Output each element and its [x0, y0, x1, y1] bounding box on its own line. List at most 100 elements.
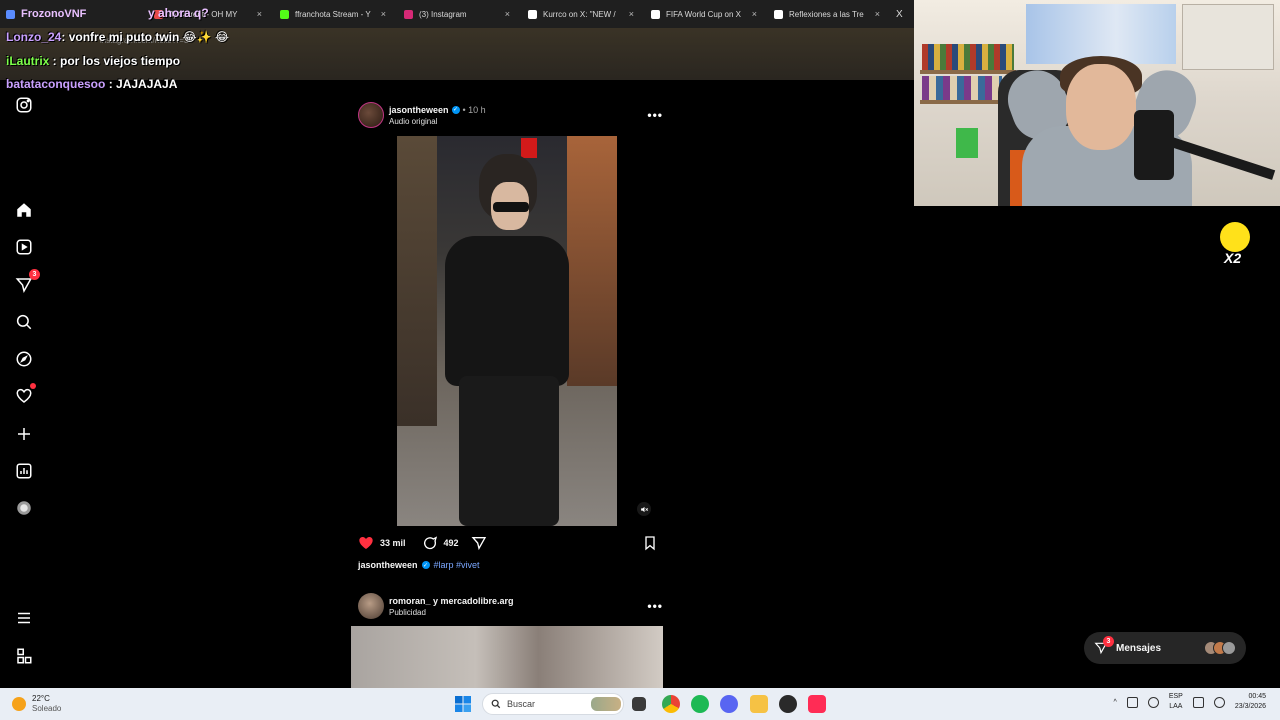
chevron-up-icon[interactable]: ^ [1114, 699, 1117, 706]
search-icon[interactable] [14, 312, 34, 332]
chat-username: Lonzo_24 [6, 30, 62, 44]
post-video[interactable] [351, 136, 663, 526]
weather-condition: Soleado [32, 704, 62, 713]
messages-label: Mensajes [1116, 642, 1162, 654]
chrome-icon[interactable] [662, 695, 680, 713]
create-icon[interactable] [14, 424, 34, 444]
more-options-icon[interactable]: ••• [647, 108, 663, 122]
post-time: • 10 h [462, 104, 486, 115]
microphone-icon[interactable] [1147, 696, 1159, 708]
explore-icon[interactable] [14, 349, 34, 369]
tab-label: FrozonoVNF [21, 8, 87, 20]
post-username[interactable]: jasontheween [389, 105, 449, 115]
emoji-multiplier-overlay: X2 [1218, 222, 1258, 270]
tab-ffranchota[interactable]: ffranchota Stream - Y × [274, 4, 392, 24]
messages-badge: 3 [1103, 636, 1114, 647]
tab-reflexiones[interactable]: Reflexiones a las Tre × [768, 4, 886, 24]
chat-separator: : [61, 30, 69, 44]
tab-instagram[interactable]: (3) Instagram × [398, 4, 516, 24]
temperature: 22°C [32, 694, 50, 703]
tab-frozono[interactable]: FrozonoVNF [0, 4, 148, 24]
x-logo-icon [528, 9, 537, 19]
avatar[interactable] [358, 102, 384, 128]
chat-message: batataconquesoo : JAJAJAJA [6, 77, 177, 91]
tiktok-logo-icon [774, 9, 783, 19]
avatar[interactable] [358, 593, 384, 619]
bookmark-icon[interactable] [642, 535, 658, 551]
chat-text: JAJAJAJA [116, 77, 178, 91]
tab-favicon-icon [6, 9, 15, 19]
clock[interactable]: 00:45 23/3/2026 [1235, 692, 1266, 712]
heart-icon[interactable] [14, 383, 36, 406]
chat-separator: : [105, 77, 117, 91]
tab-x[interactable]: X [890, 4, 914, 24]
mute-icon[interactable] [637, 502, 651, 516]
share-icon[interactable] [471, 535, 487, 551]
like-heart-icon[interactable] [358, 535, 374, 551]
multiplier-text: X2 [1224, 250, 1242, 266]
tab-close-icon[interactable]: × [381, 9, 386, 19]
lang-layout: LAA [1169, 703, 1183, 710]
tab-close-icon[interactable]: × [505, 9, 510, 19]
display-icon[interactable] [1192, 696, 1204, 708]
lang-code: ESP [1168, 693, 1183, 700]
messages-button[interactable]: 3 Mensajes [1084, 632, 1246, 664]
taskbar-search[interactable]: Buscar [482, 693, 624, 715]
tab-label: Kurrco on X: "NEW / [543, 9, 616, 19]
chat-message: iLautrix : por los viejos tiempo [6, 54, 180, 68]
windows-start-icon[interactable] [454, 695, 472, 713]
dashboard-icon[interactable] [14, 461, 34, 481]
tab-label: FIFA World Cup on X [666, 9, 741, 19]
post-header: jasontheween ✓ • 10 h Audio original ••• [358, 100, 663, 130]
task-view-icon[interactable] [632, 697, 646, 711]
post-username[interactable]: romoran_ y mercadolibre.arg [389, 596, 514, 606]
chat-username: iLautrix [6, 54, 50, 68]
chat-separator: : [49, 54, 61, 68]
chat-username: batataconquesoo [6, 77, 106, 91]
instagram-logo-icon[interactable] [14, 95, 34, 115]
tab-close-icon[interactable]: × [875, 9, 880, 19]
system-tray: ^ ESP LAA 00:45 23/3/2026 [1114, 692, 1266, 712]
tab-label: ffranchota Stream - Y [295, 9, 371, 19]
tab-close-icon[interactable]: × [752, 9, 757, 19]
caption-username[interactable]: jasontheween [358, 560, 418, 570]
tab-fifa[interactable]: FIFA World Cup on X × [645, 4, 763, 24]
like-count[interactable]: 33 mil [380, 538, 406, 548]
caption-hashtags[interactable]: #larp #vivet [434, 560, 480, 570]
laughing-emoji-icon [1220, 222, 1250, 252]
menu-icon[interactable] [14, 608, 34, 628]
tab-kurrco[interactable]: Kurrco on X: "NEW / × [522, 4, 640, 24]
spotify-icon[interactable] [691, 695, 709, 713]
network-icon[interactable] [1126, 696, 1138, 708]
profile-icon[interactable] [14, 498, 34, 518]
comment-icon[interactable] [422, 535, 438, 551]
chat-text: vonfre mi puto twin 😂✨ 😂 [68, 30, 229, 44]
chat-title-text: y ahora q? [148, 6, 209, 20]
verified-badge-icon: ✓ [451, 105, 460, 114]
volume-icon[interactable] [1213, 696, 1225, 708]
discord-icon[interactable] [720, 695, 738, 713]
post-caption: jasontheween ✓ #larp #vivet [358, 560, 480, 570]
post-audio-label[interactable]: Audio original [389, 117, 486, 126]
language-indicator[interactable]: ESP LAA [1169, 692, 1183, 712]
tiktok-icon[interactable] [808, 695, 826, 713]
file-explorer-icon[interactable] [750, 695, 768, 713]
notification-badge: 3 [29, 269, 40, 280]
activity-dot [30, 383, 36, 389]
tab-close-icon[interactable]: × [257, 9, 262, 19]
search-placeholder: Buscar [507, 699, 536, 709]
more-options-icon[interactable]: ••• [647, 599, 663, 613]
post-media[interactable] [351, 626, 663, 688]
tab-favicon-icon [280, 9, 289, 19]
more-apps-icon[interactable] [14, 646, 34, 666]
home-icon[interactable] [14, 200, 34, 220]
tab-close-icon[interactable]: × [629, 9, 634, 19]
direct-icon[interactable]: 3 [14, 269, 40, 295]
tab-label: (3) Instagram [419, 9, 467, 19]
x-logo-icon [651, 9, 660, 19]
reels-icon[interactable] [14, 237, 34, 257]
weather-widget[interactable]: 22°C Soleado [12, 694, 61, 714]
obs-icon[interactable] [779, 695, 797, 713]
comment-count[interactable]: 492 [444, 538, 459, 548]
sponsored-label: Publicidad [389, 607, 426, 617]
